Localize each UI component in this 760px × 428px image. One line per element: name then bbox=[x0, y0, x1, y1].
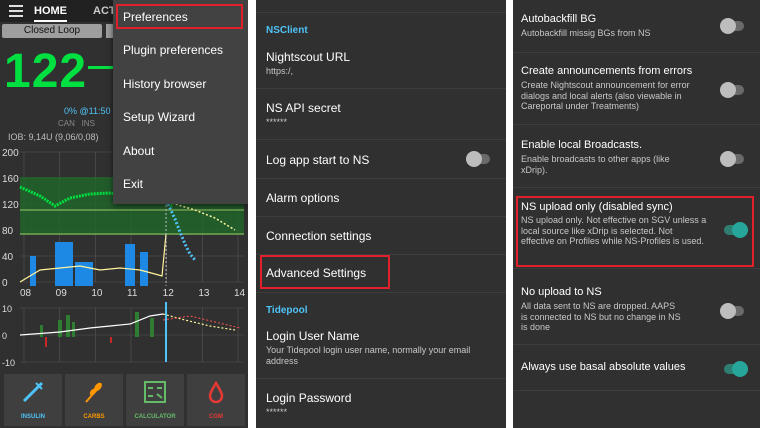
overflow-menu: Preferences Plugin preferences History b… bbox=[113, 0, 248, 204]
announcements-toggle[interactable] bbox=[720, 82, 744, 98]
login-password-value: ****** bbox=[266, 407, 288, 417]
closed-loop-button[interactable]: Closed Loop bbox=[2, 24, 102, 38]
trend-arrow-icon bbox=[88, 66, 114, 69]
pref-login-user-name[interactable]: Login User Name Your Tidepool login user… bbox=[256, 319, 506, 379]
api-secret-value: ****** bbox=[266, 117, 288, 127]
log-app-start-toggle[interactable] bbox=[466, 151, 490, 167]
connection-settings-title: Connection settings bbox=[266, 229, 372, 243]
autobackfill-title: Autobackfill BG bbox=[521, 13, 597, 25]
pref-nightscout-url[interactable]: Nightscout URL https:/, bbox=[256, 40, 506, 89]
ins-label: INS bbox=[81, 119, 95, 128]
advanced-settings-screen: Autobackfill BG Autobackfill missig BGs … bbox=[513, 0, 760, 428]
pref-ns-api-secret[interactable]: NS API secret ****** bbox=[256, 89, 506, 140]
pref-create-announcements[interactable]: Create announcements from errors Create … bbox=[513, 53, 760, 125]
nsclient-preferences: NSClient Nightscout URL https:/, NS API … bbox=[256, 0, 506, 428]
highlight-preferences bbox=[116, 4, 243, 29]
iob-prediction bbox=[162, 313, 236, 331]
broadcasts-desc: Enable broadcasts to other apps (like xD… bbox=[521, 154, 670, 175]
x-tick-label: 12 bbox=[163, 288, 175, 299]
carbs-label: CARBS bbox=[83, 414, 105, 420]
x-tick-label: 09 bbox=[56, 288, 68, 299]
y-tick-label: -10 bbox=[2, 358, 15, 368]
autobackfill-desc: Autobackfill missig BGs from NS bbox=[521, 28, 651, 38]
highlight-advanced-settings bbox=[260, 255, 390, 289]
smb-bars bbox=[40, 312, 154, 347]
wheat-icon bbox=[85, 382, 102, 403]
api-secret-title: NS API secret bbox=[266, 101, 341, 115]
broadcasts-toggle[interactable] bbox=[720, 151, 744, 167]
can-ins-labels: CAN INS bbox=[58, 119, 95, 128]
pref-autobackfill[interactable]: Autobackfill BG Autobackfill missig BGs … bbox=[513, 0, 760, 53]
autobackfill-toggle[interactable] bbox=[720, 18, 744, 34]
login-user-desc: Your Tidepool login user name, normally … bbox=[266, 345, 471, 366]
can-label: CAN bbox=[58, 119, 75, 128]
menu-item-exit[interactable]: Exit bbox=[123, 177, 143, 191]
x-tick-label: 08 bbox=[20, 288, 32, 299]
no-upload-toggle[interactable] bbox=[720, 303, 744, 319]
y-tick-label: 160 bbox=[2, 174, 19, 185]
temp-basal-status[interactable]: 0% @11:50 bbox=[64, 106, 111, 116]
basal-bars bbox=[30, 242, 148, 286]
category-nsclient: NSClient bbox=[266, 25, 308, 36]
pref-basal-absolute[interactable]: Always use basal absolute values bbox=[513, 345, 760, 391]
hamburger-menu-icon[interactable] bbox=[9, 5, 23, 17]
login-user-title: Login User Name bbox=[266, 329, 360, 343]
y-tick-label: 40 bbox=[2, 252, 14, 263]
action-buttons: INSULIN CARBS CALCULATOR CGM bbox=[0, 371, 248, 428]
pref-local-broadcasts[interactable]: Enable local Broadcasts. Enable broadcas… bbox=[513, 125, 760, 188]
y-tick-label: 200 bbox=[2, 148, 19, 159]
basal-absolute-toggle[interactable] bbox=[724, 361, 748, 377]
y-tick-label: 10 bbox=[2, 304, 12, 314]
tab-home[interactable]: HOME bbox=[34, 5, 67, 22]
bg-value: 122 bbox=[4, 45, 88, 98]
x-tick-label: 11 bbox=[127, 288, 138, 299]
iob-activity-graph[interactable]: 10 0 -10 bbox=[0, 300, 248, 370]
nightscout-url-value: https:/, bbox=[266, 66, 294, 76]
x-tick-label: 10 bbox=[91, 288, 103, 299]
cgm-label: CGM bbox=[209, 414, 223, 420]
announcements-desc: Create Nightscout announcement for error… bbox=[521, 80, 690, 111]
alarm-options-title: Alarm options bbox=[266, 191, 340, 205]
y-tick-label: 0 bbox=[2, 278, 8, 289]
aaps-home-screen: HOME ACT Closed Loop 122 0% @11:50 CAN I… bbox=[0, 0, 248, 428]
menu-item-plugin-preferences[interactable]: Plugin preferences bbox=[123, 43, 223, 57]
pref-log-app-start[interactable]: Log app start to NS bbox=[256, 140, 506, 179]
insulin-label: INSULIN bbox=[21, 414, 45, 420]
syringe-icon bbox=[22, 381, 44, 403]
insulin-button[interactable]: INSULIN bbox=[4, 374, 62, 426]
y-tick-label: 120 bbox=[2, 200, 19, 211]
blood-drop-icon bbox=[208, 380, 224, 404]
basal-absolute-title: Always use basal absolute values bbox=[521, 361, 686, 373]
pref-alarm-options[interactable]: Alarm options bbox=[256, 179, 506, 217]
menu-item-setup-wizard[interactable]: Setup Wizard bbox=[123, 110, 195, 124]
x-tick-label: 14 bbox=[234, 288, 246, 299]
no-upload-title: No upload to NS bbox=[521, 286, 602, 298]
iob-status[interactable]: IOB: 9,14U (9,06/0,08) bbox=[8, 132, 99, 142]
menu-item-history-browser[interactable]: History browser bbox=[123, 77, 206, 91]
log-app-start-title: Log app start to NS bbox=[266, 153, 370, 167]
divider-top bbox=[256, 0, 506, 13]
carbs-button[interactable]: CARBS bbox=[65, 374, 123, 426]
pref-connection-settings[interactable]: Connection settings bbox=[256, 217, 506, 255]
y-tick-label: 80 bbox=[2, 226, 14, 237]
no-upload-desc: All data sent to NS are dropped. AAPS is… bbox=[521, 301, 681, 332]
calculator-label: CALCULATOR bbox=[134, 414, 176, 420]
calculator-icon bbox=[144, 381, 166, 403]
calculator-button[interactable]: CALCULATOR bbox=[126, 374, 184, 426]
highlight-ns-upload-only bbox=[516, 196, 754, 267]
announcements-title: Create announcements from errors bbox=[521, 65, 693, 77]
login-password-title: Login Password bbox=[266, 391, 352, 405]
nightscout-url-title: Nightscout URL bbox=[266, 50, 351, 64]
cgm-button[interactable]: CGM bbox=[187, 374, 245, 426]
pref-login-password[interactable]: Login Password ****** bbox=[256, 379, 506, 428]
cob-prediction bbox=[162, 315, 241, 329]
category-tidepool: Tidepool bbox=[266, 305, 308, 316]
x-tick-label: 13 bbox=[198, 288, 210, 299]
menu-item-about[interactable]: About bbox=[123, 144, 154, 158]
broadcasts-title: Enable local Broadcasts. bbox=[521, 139, 643, 151]
y-tick-label: 0 bbox=[2, 331, 7, 341]
pref-no-upload[interactable]: No upload to NS All data sent to NS are … bbox=[513, 269, 760, 345]
